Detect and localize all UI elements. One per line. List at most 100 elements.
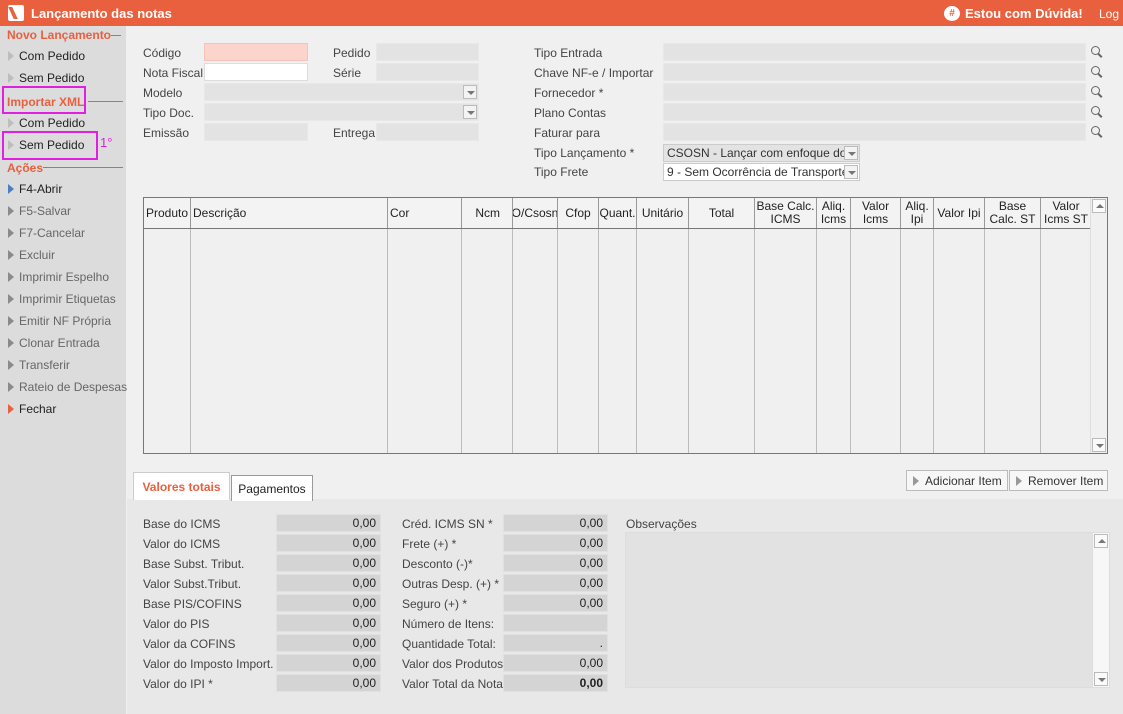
chevron-down-icon[interactable] (844, 146, 858, 160)
col-header-total[interactable]: Total (689, 198, 755, 228)
outras-desp-value: 0,00 (503, 574, 608, 592)
codigo-input[interactable] (204, 43, 308, 61)
add-item-button[interactable]: Adicionar Item (906, 470, 1008, 491)
triangle-icon (8, 316, 14, 326)
highlight-box-importar-xml (2, 86, 86, 114)
col-header-valor-icms[interactable]: Valor Icms (851, 198, 901, 228)
col-header-valor-ipi[interactable]: Valor Ipi (934, 198, 985, 228)
valor-produtos-label: Valor dos Produtos (402, 657, 504, 671)
chevron-down-icon[interactable] (463, 85, 477, 99)
sidebar-item-label: Imprimir Espelho (19, 270, 110, 284)
sidebar-item-label: Emitir NF Própria (19, 314, 112, 328)
sidebar-item-label: Transferir (19, 358, 70, 372)
sidebar-item-f5-salvar[interactable]: F5-Salvar (8, 204, 71, 218)
tipo-doc-select[interactable] (204, 103, 479, 121)
tipo-lancamento-select[interactable]: CSOSN - Lançar com enfoque do (663, 144, 860, 162)
sidebar-item-clonar-entrada[interactable]: Clonar Entrada (8, 336, 100, 350)
col-header-unitario[interactable]: Unitário (637, 198, 689, 228)
sidebar-item-rateio-de-despesas[interactable]: Rateio de Despesas (8, 380, 127, 394)
plano-contas-input[interactable] (663, 103, 1086, 121)
search-icon[interactable] (1091, 86, 1103, 98)
sidebar-item-fechar[interactable]: Fechar (8, 402, 56, 416)
tipo-entrada-input[interactable] (663, 43, 1086, 61)
remove-item-button[interactable]: Remover Item (1009, 470, 1108, 491)
chevron-down-icon[interactable] (463, 105, 477, 119)
sidebar-item-novo-sem-pedido[interactable]: Sem Pedido (8, 71, 84, 85)
observacoes-textarea[interactable] (625, 532, 1110, 688)
sidebar-item-label: Fechar (19, 402, 57, 416)
faturar-para-label: Faturar para (534, 126, 601, 140)
tab-pagamentos[interactable]: Pagamentos (231, 475, 313, 501)
entrega-input[interactable] (376, 123, 479, 141)
search-icon[interactable] (1091, 46, 1103, 58)
sidebar-item-label: Excluir (19, 248, 56, 262)
window-title: Lançamento das notas (31, 6, 172, 21)
pedido-input[interactable] (376, 43, 479, 61)
col-header-cor[interactable]: Cor (388, 198, 462, 228)
help-chat-icon[interactable]: # (944, 6, 960, 21)
faturar-para-input[interactable] (663, 123, 1086, 141)
items-grid[interactable]: Produto Descrição Cor Ncm O/Csosn Cfop Q… (143, 197, 1108, 454)
col-header-aliq-ipi[interactable]: Aliq. Ipi (901, 198, 934, 228)
valor-imposto-import-label: Valor do Imposto Import. (143, 657, 274, 671)
nota-fiscal-input[interactable] (204, 63, 308, 81)
scroll-down-icon[interactable] (1094, 672, 1108, 686)
modelo-label: Modelo (143, 86, 183, 100)
col-header-cfop[interactable]: Cfop (558, 198, 599, 228)
triangle-icon (8, 294, 14, 304)
log-link[interactable]: Log (1099, 7, 1119, 21)
sidebar-item-novo-com-pedido[interactable]: Com Pedido (8, 49, 85, 63)
sidebar-item-imprimir-etiquetas[interactable]: Imprimir Etiquetas (8, 292, 116, 306)
fornecedor-input[interactable] (663, 83, 1086, 101)
chave-nfe-input[interactable] (663, 63, 1086, 81)
grid-scrollbar[interactable] (1090, 198, 1107, 453)
section-divider (111, 35, 121, 36)
valor-produtos-value: 0,00 (503, 654, 608, 672)
col-header-produto[interactable]: Produto (144, 198, 191, 228)
sidebar-item-excluir[interactable]: Excluir (8, 248, 55, 262)
valor-total-nota-label: Valor Total da Nota (402, 677, 503, 691)
grid-column-line (557, 229, 558, 453)
tab-valores-totais[interactable]: Valores totais (133, 472, 230, 500)
col-header-valor-icms-st[interactable]: Valor Icms ST (1041, 198, 1092, 228)
tipo-doc-label: Tipo Doc. (143, 106, 194, 120)
sidebar-item-transferir[interactable]: Transferir (8, 358, 70, 372)
sidebar-item-imprimir-espelho[interactable]: Imprimir Espelho (8, 270, 109, 284)
scroll-up-icon[interactable] (1094, 534, 1108, 548)
scroll-down-icon[interactable] (1092, 438, 1106, 452)
sidebar-item-emitir-nf-propria[interactable]: Emitir NF Própria (8, 314, 111, 328)
base-pis-cofins-label: Base PIS/COFINS (143, 597, 242, 611)
section-novo-lancamento: Novo Lançamento (7, 28, 112, 42)
chevron-down-icon[interactable] (844, 165, 858, 179)
col-header-quant[interactable]: Quant. (599, 198, 637, 228)
col-header-descricao[interactable]: Descrição (191, 198, 388, 228)
serie-input[interactable] (376, 63, 479, 81)
grid-column-line (598, 229, 599, 453)
grid-column-line (900, 229, 901, 453)
tipo-frete-select[interactable]: 9 - Sem Ocorrência de Transporte (663, 163, 860, 181)
scroll-up-icon[interactable] (1092, 199, 1106, 213)
sidebar-item-label: F5-Salvar (19, 204, 72, 218)
col-header-aliq-icms[interactable]: Aliq. Icms (817, 198, 851, 228)
col-header-o-csosn[interactable]: O/Csosn (513, 198, 558, 228)
observacoes-scrollbar[interactable] (1092, 533, 1109, 687)
triangle-icon (8, 382, 14, 392)
section-divider (43, 167, 123, 168)
col-header-base-calc-icms[interactable]: Base Calc. ICMS (755, 198, 817, 228)
sidebar-item-label: Imprimir Etiquetas (19, 292, 116, 306)
triangle-icon (8, 338, 14, 348)
modelo-select[interactable] (204, 83, 479, 101)
help-button[interactable]: Estou com Dúvida! (965, 6, 1083, 21)
section-divider (88, 101, 123, 102)
sidebar-item-f7-cancelar[interactable]: F7-Cancelar (8, 226, 85, 240)
emissao-input[interactable] (204, 123, 308, 141)
numero-itens-value (503, 614, 608, 632)
col-header-base-calc-st[interactable]: Base Calc. ST (985, 198, 1041, 228)
search-icon[interactable] (1091, 66, 1103, 78)
sidebar-item-xml-com-pedido[interactable]: Com Pedido (8, 116, 85, 130)
search-icon[interactable] (1091, 106, 1103, 118)
col-header-ncm[interactable]: Ncm (462, 198, 513, 228)
base-subst-label: Base Subst. Tribut. (143, 557, 245, 571)
sidebar-item-f4-abrir[interactable]: F4-Abrir (8, 182, 62, 196)
search-icon[interactable] (1091, 126, 1103, 138)
